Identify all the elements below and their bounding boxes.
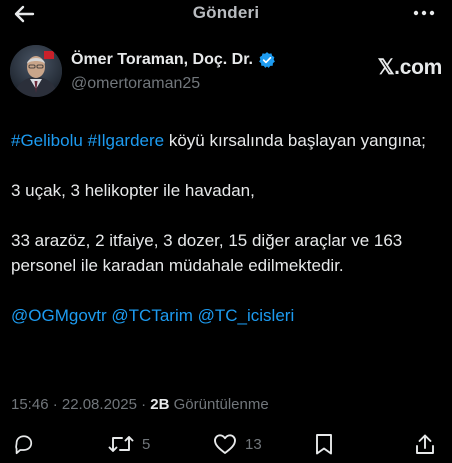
more-options-button[interactable] xyxy=(410,3,438,23)
tweet-meta: 15:46 · 22.08.2025 · 2B Görüntülenme xyxy=(11,396,269,413)
tweet-paragraph-1: #Gelibolu #Ilgardere köyü kırsalında baş… xyxy=(11,128,443,153)
author-block: Ömer Toraman, Doç. Dr. @omertoraman25 𝕏.… xyxy=(10,42,442,102)
page-title: Gönderi xyxy=(192,3,260,22)
retweet-button[interactable]: 5 xyxy=(108,430,150,458)
like-button[interactable]: 13 xyxy=(213,430,262,458)
tweet-mentions: @OGMgovtr @TCTarim @TC_icisleri xyxy=(11,303,443,328)
hashtag-ilgardere[interactable]: #Ilgardere xyxy=(88,131,165,150)
tweet-paragraph-2: 3 uçak, 3 helikopter ile havadan, xyxy=(11,181,255,200)
tweet-text: #Gelibolu #Ilgardere köyü kırsalında baş… xyxy=(11,128,443,328)
retweet-icon xyxy=(108,436,134,452)
mention-ogmgovtr[interactable]: @OGMgovtr xyxy=(11,306,107,325)
tweet-paragraph-3: 33 arazöz, 2 itfaiye, 3 dozer, 15 diğer … xyxy=(11,231,403,275)
mention-tc-icisleri[interactable]: @TC_icisleri xyxy=(198,306,295,325)
author-name-text: Ömer Toraman, Doç. Dr. xyxy=(71,51,253,68)
avatar[interactable] xyxy=(10,45,62,97)
views-label: Görüntülenme xyxy=(169,396,269,413)
more-horizontal-icon xyxy=(413,10,435,16)
bookmark-icon xyxy=(316,434,332,455)
tweet-timestamp[interactable]: 15:46 · 22.08.2025 · xyxy=(11,396,150,413)
retweet-count: 5 xyxy=(142,435,151,453)
reply-icon xyxy=(15,435,33,455)
x-com-watermark: 𝕏.com xyxy=(377,56,443,79)
action-bar: 5 13 xyxy=(0,428,452,460)
hashtag-gelibolu[interactable]: #Gelibolu xyxy=(11,131,83,150)
author-handle[interactable]: @omertoraman25 xyxy=(71,75,200,93)
avatar-image xyxy=(10,45,62,97)
bookmark-button[interactable] xyxy=(314,430,334,458)
author-name[interactable]: Ömer Toraman, Doç. Dr. xyxy=(71,51,276,69)
like-count: 13 xyxy=(245,435,262,453)
views-count: 2B xyxy=(150,396,170,413)
verified-badge-icon xyxy=(259,52,275,68)
top-bar: Gönderi xyxy=(0,0,452,30)
mention-tctarim[interactable]: @TCTarim xyxy=(111,306,192,325)
heart-icon xyxy=(214,434,236,454)
tweet-line-1-text: köyü kırsalında başlayan yangına; xyxy=(164,131,426,150)
share-icon xyxy=(416,434,434,454)
reply-button[interactable] xyxy=(12,430,34,458)
share-button[interactable] xyxy=(414,430,436,458)
